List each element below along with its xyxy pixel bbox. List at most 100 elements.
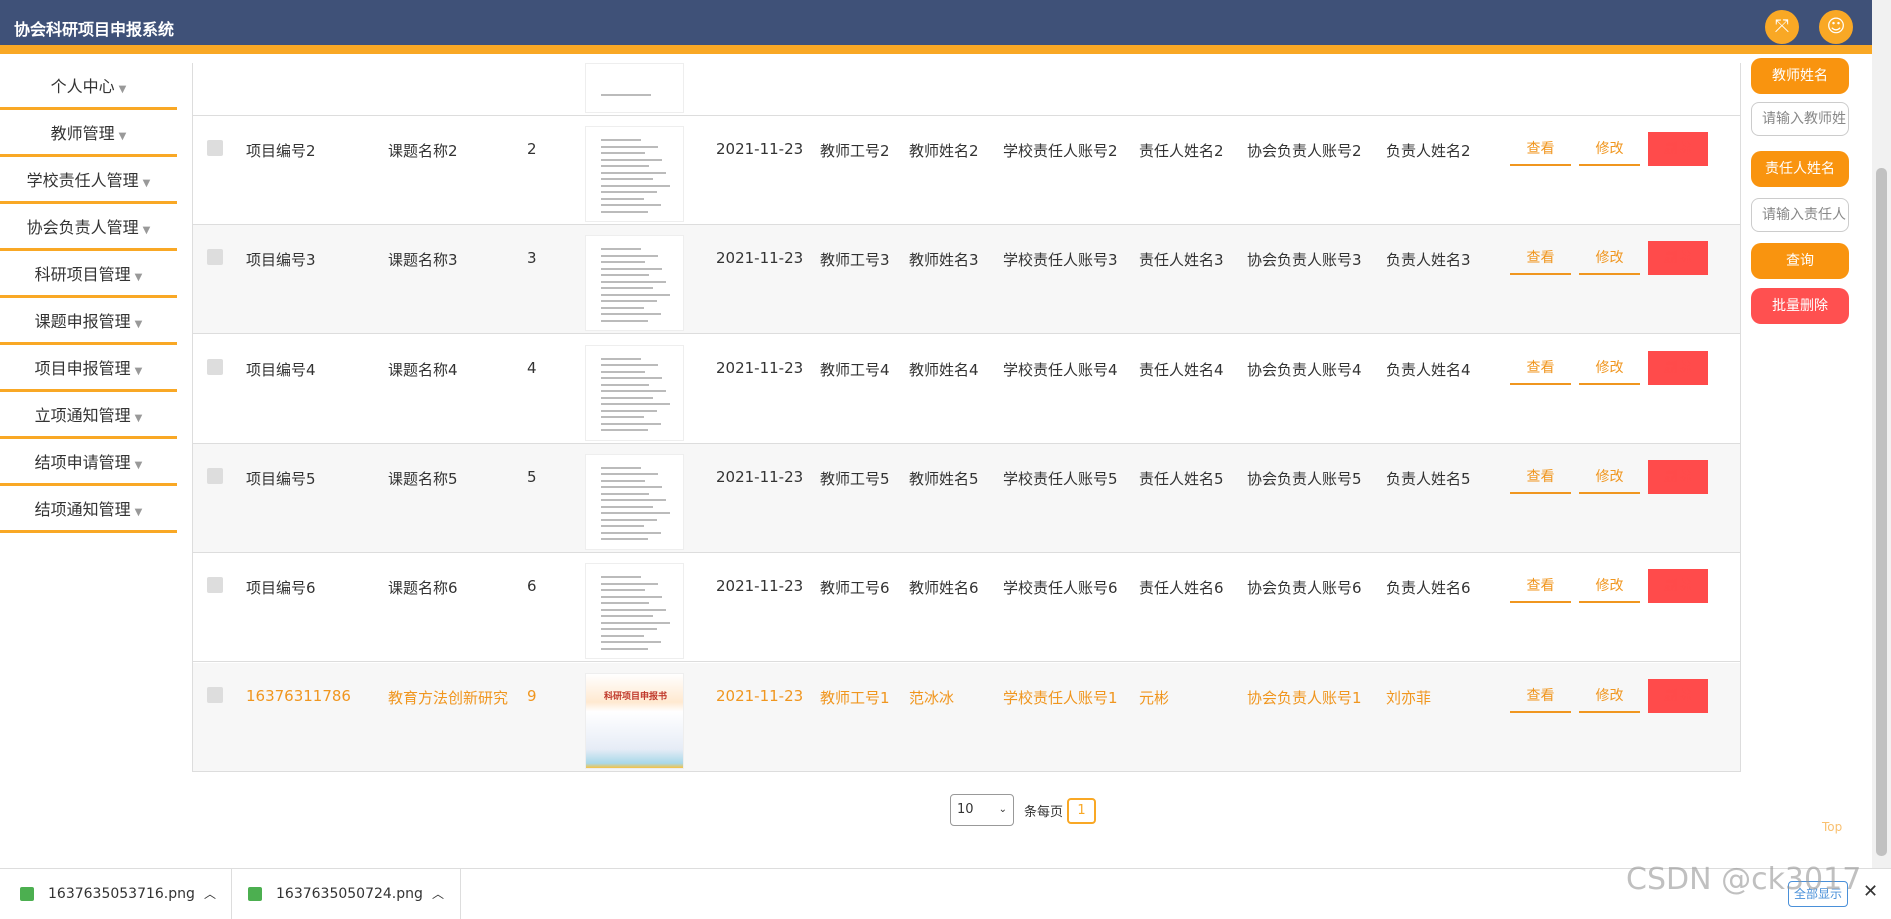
cell-resp-name: 责任人姓名2 <box>1139 142 1224 160</box>
chevron-up-icon[interactable]: ︿ <box>432 869 444 919</box>
sidebar-item-topic-apply[interactable]: 课题申报管理 ▼ <box>0 298 177 345</box>
row-checkbox[interactable] <box>207 467 223 484</box>
page-button[interactable]: 1 <box>1067 798 1096 824</box>
view-button[interactable]: 查看 <box>1510 460 1571 494</box>
view-button[interactable]: 查看 <box>1510 241 1571 276</box>
query-button[interactable]: 查询 <box>1751 243 1849 279</box>
table-row: 16376311786 教育方法创新研究 9 2021-11-23 教师工号1 范冰冰 学校… <box>193 662 1740 772</box>
document-thumbnail[interactable] <box>585 344 684 441</box>
sidebar-item-teachers[interactable]: 教师管理 ▼ <box>0 110 177 157</box>
cell-date: 2021-11-23 <box>716 467 804 486</box>
delete-button[interactable]: 删除 <box>1648 569 1708 604</box>
delete-button[interactable]: 删除 <box>1648 459 1708 494</box>
edit-button[interactable]: 修改 <box>1579 241 1640 276</box>
scrollbar[interactable] <box>1872 0 1891 868</box>
document-thumbnail[interactable] <box>585 453 684 550</box>
cell-teacher-no: 教师工号4 <box>820 360 890 379</box>
chevron-up-icon[interactable]: ︿ <box>204 869 216 919</box>
row-checkbox[interactable] <box>207 577 223 594</box>
edit-button[interactable]: 修改 <box>1579 132 1640 166</box>
cell-lead-name: 负责人姓名4 <box>1386 360 1471 379</box>
scrollbar-thumb[interactable] <box>1876 168 1887 856</box>
teacher-name-input[interactable]: 请输入教师姓 <box>1751 102 1849 136</box>
cell-num: 4 <box>527 358 537 377</box>
view-button[interactable]: 查看 <box>1510 679 1571 713</box>
cell-num: 5 <box>527 467 537 486</box>
edit-button[interactable]: 修改 <box>1579 351 1640 385</box>
view-button[interactable]: 查看 <box>1510 351 1571 385</box>
sidebar-item-research-projects[interactable]: 科研项目管理 ▼ <box>0 251 177 298</box>
table-row: 项目编号3 课题名称3 3 2021-11-23 教师工号3 教师姓名3 学校责任人账号3 责… <box>193 225 1740 335</box>
cell-project-no: 项目编号5 <box>246 469 316 488</box>
delete-button[interactable]: 删除 <box>1648 678 1708 713</box>
view-button[interactable]: 查看 <box>1510 569 1571 604</box>
document-thumbnail[interactable] <box>585 563 684 660</box>
delete-button[interactable]: 删除 <box>1648 350 1708 385</box>
table-row: 项目编号2 课题名称2 2 2021-11-23 教师工号2 教师姓名2 学校责任人账号2 责… <box>193 116 1740 225</box>
caret-down-icon: ▼ <box>142 225 151 236</box>
cell-school-account: 学校责任人账号3 <box>1003 251 1118 270</box>
sidebar-item-label: 结项通知管理 <box>34 500 131 519</box>
sidebar-item-label: 协会负责人管理 <box>26 218 139 237</box>
fullscreen-icon[interactable]: ⤧ <box>1765 10 1799 44</box>
row-checkbox[interactable] <box>207 686 223 703</box>
edit-button[interactable]: 修改 <box>1579 460 1640 494</box>
document-thumbnail[interactable] <box>585 63 684 113</box>
resp-name-input[interactable]: 请输入责任人 <box>1751 198 1849 232</box>
row-checkbox[interactable] <box>207 358 223 375</box>
resp-name-label: 责任人姓名 <box>1751 151 1849 187</box>
watermark: CSDN @ck3017 <box>1626 862 1862 897</box>
cell-num: 2 <box>527 140 537 158</box>
delete-button[interactable]: 删除 <box>1648 132 1708 166</box>
back-to-top-link[interactable]: Top <box>1822 820 1842 834</box>
cell-assoc-account: 协会负责人账号4 <box>1247 360 1362 379</box>
document-thumbnail[interactable] <box>585 235 684 332</box>
sidebar-item-assoc-lead[interactable]: 协会负责人管理 ▼ <box>0 204 177 251</box>
cell-teacher-name: 教师姓名2 <box>909 142 979 160</box>
table-row: 项目编号4 课题名称4 4 2021-11-23 教师工号4 教师姓名4 学校责任人账号4 责… <box>193 335 1740 444</box>
view-button[interactable]: 查看 <box>1510 132 1571 166</box>
sidebar-item-project-apply[interactable]: 项目申报管理 ▼ <box>0 345 177 392</box>
download-item[interactable]: 1637635053716.png ︿ <box>0 869 232 919</box>
sidebar-item-closure-notice[interactable]: 结项通知管理 ▼ <box>0 486 177 533</box>
thumbnail-title: 科研项目申报书 <box>603 691 667 702</box>
cell-school-account: 学校责任人账号1 <box>1003 688 1118 707</box>
cell-assoc-account: 协会负责人账号3 <box>1247 251 1362 270</box>
cell-date: 2021-11-23 <box>716 358 804 377</box>
sidebar-item-label: 课题申报管理 <box>34 312 131 331</box>
document-thumbnail[interactable]: 科研项目申报书 <box>585 672 684 769</box>
sidebar-item-label: 结项申请管理 <box>34 453 131 472</box>
data-table: 项目编号2 课题名称2 2 2021-11-23 教师工号2 教师姓名2 学校责任人账号2 责… <box>192 63 1741 772</box>
cell-resp-name: 责任人姓名5 <box>1139 469 1224 488</box>
sidebar-item-approval-notice[interactable]: 立项通知管理 ▼ <box>0 392 177 439</box>
cell-date: 2021-11-23 <box>716 577 804 596</box>
edit-button[interactable]: 修改 <box>1579 569 1640 604</box>
cell-teacher-name: 教师姓名5 <box>909 469 979 488</box>
cell-assoc-account: 协会负责人账号6 <box>1247 579 1362 598</box>
delete-button[interactable]: 删除 <box>1648 241 1708 276</box>
table-row <box>193 9 1740 116</box>
row-checkbox[interactable] <box>207 249 223 266</box>
caret-down-icon: ▼ <box>134 413 143 424</box>
sidebar-item-label: 教师管理 <box>50 124 115 143</box>
caret-down-icon: ▼ <box>134 366 143 377</box>
sidebar-item-personal[interactable]: 个人中心 ▼ <box>0 63 177 110</box>
sidebar-item-label: 学校责任人管理 <box>26 171 139 190</box>
document-thumbnail[interactable] <box>585 126 684 222</box>
download-item[interactable]: 1637635050724.png ︿ <box>232 869 461 919</box>
sidebar-item-label: 科研项目管理 <box>34 265 131 284</box>
sidebar-item-school-resp[interactable]: 学校责任人管理 ▼ <box>0 157 177 204</box>
edit-button[interactable]: 修改 <box>1579 679 1640 713</box>
page-size-value: 10 <box>957 802 974 817</box>
sidebar-item-closure-apply[interactable]: 结项申请管理 ▼ <box>0 439 177 486</box>
user-icon[interactable]: ☺ <box>1819 10 1853 44</box>
cell-lead-name: 刘亦菲 <box>1386 688 1432 707</box>
cell-num: 6 <box>527 577 537 596</box>
batch-delete-button[interactable]: 批量删除 <box>1751 288 1849 324</box>
cell-lead-name: 负责人姓名2 <box>1386 142 1471 160</box>
image-file-icon <box>248 887 262 901</box>
close-icon[interactable]: ✕ <box>1863 881 1878 902</box>
page-size-select[interactable]: 10 ⌄ <box>950 794 1014 826</box>
row-checkbox[interactable] <box>207 140 223 156</box>
download-filename: 1637635053716.png <box>48 886 195 902</box>
